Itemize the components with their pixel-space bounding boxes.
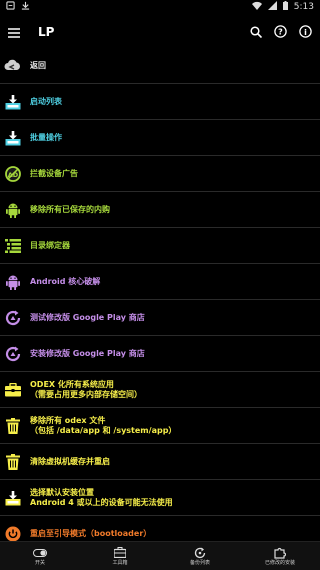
status-time: 5:13 (293, 2, 314, 12)
menu-item-install-location[interactable]: 选择默认安装位置 Android 4 或以上的设备可能无法使用 (0, 480, 320, 516)
battery-icon (282, 1, 288, 13)
menu-item-label: 安装修改版 Google Play 商店 (30, 349, 145, 359)
menu-item-label: 目录绑定器 (30, 241, 70, 251)
refresh-icon (4, 309, 21, 326)
menu-item-title: 清除虚拟机缓存并重启 (30, 456, 110, 466)
nav-switches[interactable]: 开关 (10, 547, 70, 566)
menu-item-core-patch[interactable]: Android 核心破解 (0, 264, 320, 300)
download-status-icon (21, 1, 30, 13)
menu-item-label: 批量操作 (30, 133, 62, 143)
menu-item-remove-saved[interactable]: 移除所有已保存的内购 (0, 192, 320, 228)
menu-item-label: 返回 (30, 61, 46, 71)
bottom-nav: 开关 工具箱 备份列表 已修改的安装 (0, 541, 320, 570)
menu-item-label: Android 核心破解 (30, 277, 100, 287)
power-icon (4, 525, 21, 542)
menu-item-title: 拦截设备广告 (30, 168, 78, 178)
status-right: 5:13 (251, 1, 314, 13)
menu-item-label: 启动列表 (30, 97, 62, 107)
menu-item-title: 测试修改版 Google Play 商店 (30, 312, 145, 322)
menu-item-subtitle: （需要占用更多内部存储空间） (30, 389, 142, 399)
menu-item-label: 移除所有已保存的内购 (30, 205, 110, 215)
app-title: LP (38, 25, 55, 39)
status-bar: 5:13 (0, 0, 320, 14)
download-tray-icon (4, 489, 21, 506)
menu-item-label: 移除所有 odex 文件 （包括 /data/app 和 /system/app） (30, 416, 176, 436)
status-left (6, 1, 30, 13)
menu-item-label: 拦截设备广告 (30, 169, 78, 179)
menu-item-dir-binder[interactable]: 目录绑定器 (0, 228, 320, 264)
menu-item-install-gplay[interactable]: 安装修改版 Google Play 商店 (0, 336, 320, 372)
hamburger-menu-icon[interactable] (8, 23, 20, 42)
menu-item-title: 移除所有已保存的内购 (30, 204, 110, 214)
puzzle-icon (274, 547, 286, 559)
menu-item-odex-system[interactable]: ODEX 化所有系统应用 （需要占用更多内部存储空间） (0, 372, 320, 408)
notification-icon (6, 1, 15, 13)
signal-icon (267, 1, 277, 13)
menu-item-title: 批量操作 (30, 132, 62, 142)
nav-patched-apps[interactable]: 已修改的安装 (250, 547, 310, 566)
download-tray-icon (4, 93, 21, 110)
menu-item-title: 安装修改版 Google Play 商店 (30, 348, 145, 358)
menu-item-title: 目录绑定器 (30, 240, 70, 250)
menu-item-title: 重启至引导模式（bootloader） (30, 528, 152, 538)
search-icon[interactable] (250, 23, 263, 42)
menu-item-title: 选择默认安装位置 (30, 487, 94, 497)
info-icon[interactable]: i (299, 23, 312, 42)
nav-label: 工具箱 (112, 559, 128, 566)
menu-item-title: 移除所有 odex 文件 (30, 415, 106, 425)
app-bar: LP ? i (0, 14, 320, 50)
ad-block-icon: AD (4, 165, 21, 182)
menu-item-title: ODEX 化所有系统应用 (30, 379, 114, 389)
menu-item-launch-list[interactable]: 启动列表 (0, 84, 320, 120)
svg-text:i: i (304, 28, 307, 37)
svg-text:?: ? (278, 27, 283, 36)
menu-item-remove-odex[interactable]: 移除所有 odex 文件 （包括 /data/app 和 /system/app） (0, 408, 320, 444)
nav-label: 开关 (34, 559, 45, 566)
cloud-back-icon (4, 57, 21, 74)
wifi-icon (251, 1, 262, 13)
menu-list: 返回启动列表批量操作 AD 拦截设备广告移除所有已保存的内购目录绑定器 Android… (0, 48, 320, 552)
menu-item-label: 选择默认安装位置 Android 4 或以上的设备可能无法使用 (30, 488, 173, 508)
android-icon (4, 201, 21, 218)
toolbox-icon (114, 547, 126, 559)
menu-item-label: ODEX 化所有系统应用 （需要占用更多内部存储空间） (30, 380, 142, 400)
nav-label: 备份列表 (189, 559, 210, 566)
toggle-icon (33, 547, 47, 559)
menu-item-label: 测试修改版 Google Play 商店 (30, 313, 145, 323)
menu-item-clear-dalvik[interactable]: 清除虚拟机缓存并重启 (0, 444, 320, 480)
nav-toolbox[interactable]: 工具箱 (90, 547, 150, 566)
menu-item-title: 返回 (30, 60, 46, 70)
refresh-icon (4, 345, 21, 362)
help-icon[interactable]: ? (274, 23, 287, 42)
briefcase-icon (4, 381, 21, 398)
menu-item-subtitle: Android 4 或以上的设备可能无法使用 (30, 497, 173, 507)
trash-icon (4, 417, 21, 434)
app-bar-actions: ? i (250, 23, 312, 42)
nav-label: 已修改的安装 (264, 559, 295, 566)
menu-item-back[interactable]: 返回 (0, 48, 320, 84)
menu-item-title: 启动列表 (30, 96, 62, 106)
menu-item-test-gplay[interactable]: 测试修改版 Google Play 商店 (0, 300, 320, 336)
nav-backups[interactable]: 备份列表 (170, 547, 230, 566)
android-icon (4, 273, 21, 290)
menu-item-batch-ops[interactable]: 批量操作 (0, 120, 320, 156)
list-icon (4, 237, 21, 254)
menu-item-title: Android 核心破解 (30, 276, 101, 286)
download-tray-icon (4, 129, 21, 146)
backup-icon (194, 547, 206, 559)
menu-item-subtitle: （包括 /data/app 和 /system/app） (30, 425, 177, 435)
menu-item-label: 清除虚拟机缓存并重启 (30, 457, 110, 467)
trash-icon (4, 453, 21, 470)
menu-item-block-ads[interactable]: AD 拦截设备广告 (0, 156, 320, 192)
menu-item-label: 重启至引导模式（bootloader） (30, 529, 151, 539)
